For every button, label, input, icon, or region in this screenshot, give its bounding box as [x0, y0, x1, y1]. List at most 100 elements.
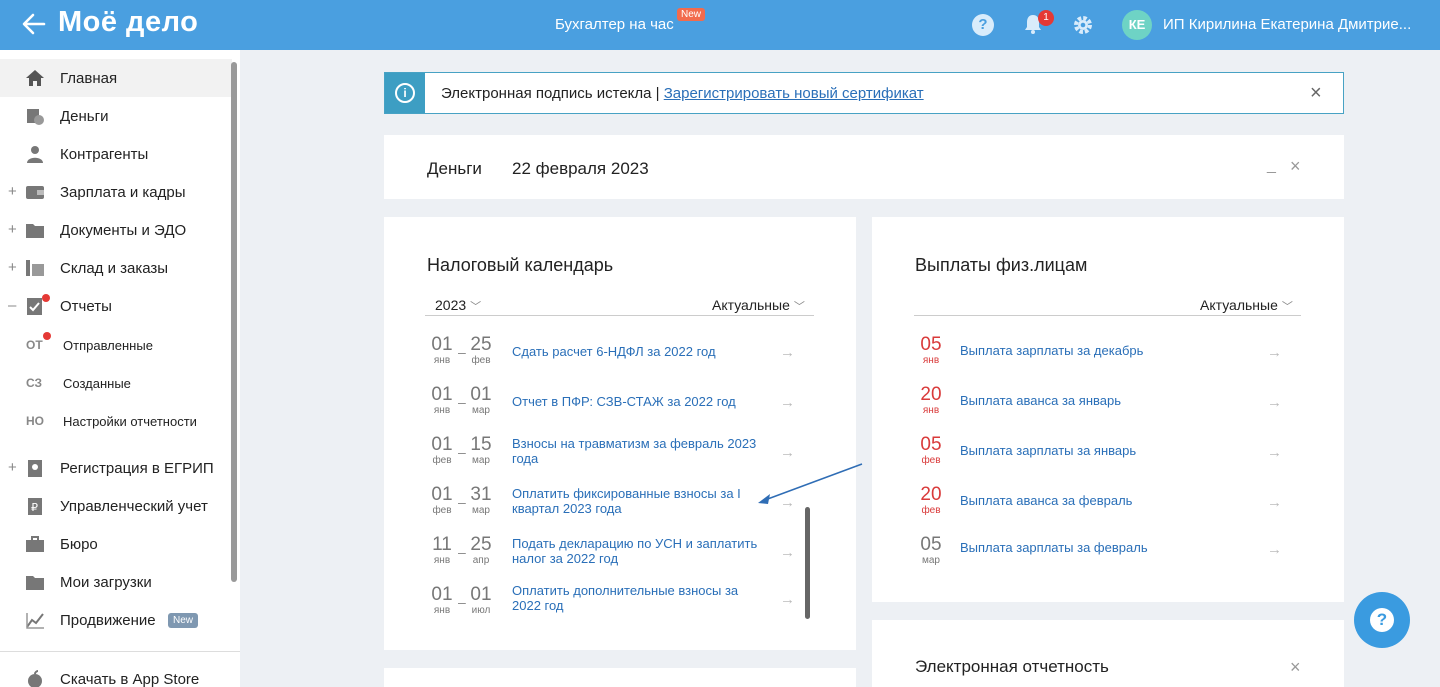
avatar[interactable]: КЕ	[1122, 10, 1152, 40]
tax-task-link[interactable]: Подать декларацию по УСН и заплатить нал…	[512, 536, 762, 566]
sidebar-item-downloads[interactable]: Мои загрузки	[0, 563, 232, 601]
arrow-right-icon[interactable]: →	[780, 444, 795, 461]
expand-icon[interactable]: +	[8, 183, 17, 200]
arrow-right-icon[interactable]: →	[780, 544, 795, 561]
register-certificate-link[interactable]: Зарегистрировать новый сертификат	[664, 85, 924, 102]
tax-calendar-scrollbar[interactable]	[805, 507, 810, 619]
back-arrow-icon[interactable]	[20, 10, 50, 40]
folder-icon	[24, 572, 46, 592]
expand-icon[interactable]: +	[8, 459, 17, 476]
arrow-right-icon[interactable]: →	[780, 344, 795, 361]
signature-expired-alert: i Электронная подпись истекла | Зарегист…	[384, 72, 1344, 114]
app-logo[interactable]: Моё дело	[58, 6, 198, 39]
gear-icon[interactable]	[1071, 13, 1095, 37]
payment-link[interactable]: Выплата зарплаты за декабрь	[960, 343, 1143, 358]
tax-task-link[interactable]: Взносы на травматизм за февраль 2023 год…	[512, 436, 762, 466]
payment-row[interactable]: 05 мар Выплата зарплаты за февраль →	[872, 534, 1342, 584]
arrow-right-icon[interactable]: →	[1267, 494, 1282, 511]
sidebar-item-label: Отчеты	[60, 298, 112, 315]
money-widget: Деньги 22 февраля 2023 _ ×	[384, 135, 1344, 199]
payment-link[interactable]: Выплата аванса за февраль	[960, 493, 1132, 508]
start-day: 01	[431, 434, 453, 455]
tax-row[interactable]: 11 янв – 25 апр Подать декларацию по УСН…	[384, 534, 854, 584]
tax-row[interactable]: 01 янв – 01 мар Отчет в ПФР: СЗВ-СТАЖ за…	[384, 384, 854, 434]
sidebar-item-management[interactable]: ₽ Управленческий учет	[0, 487, 232, 525]
date-range-dash: –	[458, 594, 466, 610]
divider	[0, 651, 240, 652]
arrow-right-icon[interactable]: →	[780, 394, 795, 411]
minimize-icon[interactable]: _	[1267, 157, 1276, 175]
arrow-right-icon[interactable]: →	[1267, 541, 1282, 558]
arrow-right-icon[interactable]: →	[1267, 344, 1282, 361]
payment-row[interactable]: 05 фев Выплата зарплаты за январь →	[872, 434, 1342, 484]
close-icon[interactable]: ×	[1290, 657, 1301, 678]
close-icon[interactable]: ×	[1310, 82, 1322, 105]
payment-link[interactable]: Выплата зарплаты за февраль	[960, 540, 1148, 555]
user-name[interactable]: ИП Кирилина Екатерина Дмитрие...	[1163, 16, 1411, 33]
close-icon[interactable]: ×	[1290, 156, 1301, 177]
tax-task-link[interactable]: Оплатить фиксированные взносы за I кварт…	[512, 486, 762, 516]
sidebar-subitem-report-settings[interactable]: НО Настройки отчетности	[0, 402, 232, 440]
status-filter-select[interactable]: Актуальные ﹀	[1200, 297, 1293, 314]
tax-task-link[interactable]: Сдать расчет 6-НДФЛ за 2022 год	[512, 344, 762, 359]
sidebar-item-documents[interactable]: + Документы и ЭДО	[0, 211, 232, 249]
sidebar-item-warehouse[interactable]: + Склад и заказы	[0, 249, 232, 287]
payment-row[interactable]: 20 фев Выплата аванса за февраль →	[872, 484, 1342, 534]
sidebar-item-bureau[interactable]: Бюро	[0, 525, 232, 563]
briefcase-icon	[24, 534, 46, 554]
payment-row[interactable]: 05 янв Выплата зарплаты за декабрь →	[872, 334, 1342, 384]
date-range-dash: –	[458, 494, 466, 510]
app-store-link[interactable]: Скачать в App Store	[0, 660, 232, 687]
reports-alert-dot	[42, 294, 50, 302]
sidebar-item-money[interactable]: Деньги	[0, 97, 232, 135]
floating-help-button[interactable]: ?	[1354, 592, 1410, 648]
sidebar-item-egrip[interactable]: + Регистрация в ЕГРИП	[0, 449, 232, 487]
tax-row[interactable]: 01 фев – 31 мар Оплатить фиксированные в…	[384, 484, 854, 534]
alert-message: Электронная подпись истекла | Зарегистри…	[441, 85, 924, 102]
warehouse-icon	[24, 258, 46, 278]
subitem-label: Настройки отчетности	[63, 414, 197, 429]
sidebar-subitem-created[interactable]: СЗ Созданные	[0, 364, 232, 402]
next-widget-stub	[384, 668, 856, 687]
sidebar-item-promotion[interactable]: Продвижение New	[0, 601, 232, 639]
sidebar-subitem-sent[interactable]: ОТ Отправленные	[0, 326, 232, 364]
hourly-accountant-link[interactable]: Бухгалтер на час	[555, 16, 674, 33]
money-date[interactable]: 22 февраля 2023	[512, 159, 649, 179]
payment-link[interactable]: Выплата зарплаты за январь	[960, 443, 1136, 458]
tax-row[interactable]: 01 янв – 01 июл Оплатить дополнительные …	[384, 583, 854, 634]
payment-link[interactable]: Выплата аванса за январь	[960, 393, 1121, 408]
collapse-icon[interactable]: –	[8, 297, 16, 314]
e-reporting-title: Электронная отчетность	[915, 657, 1109, 676]
help-icon[interactable]: ?	[972, 14, 994, 36]
sidebar-scrollbar[interactable]	[231, 62, 237, 582]
arrow-right-icon[interactable]: →	[780, 591, 795, 608]
start-month: фев	[432, 505, 452, 516]
arrow-right-icon[interactable]: →	[1267, 444, 1282, 461]
sidebar-item-salary[interactable]: + Зарплата и кадры	[0, 173, 232, 211]
sidebar-item-contractors[interactable]: Контрагенты	[0, 135, 232, 173]
info-icon: i	[395, 83, 415, 103]
start-day: 11	[432, 534, 452, 555]
arrow-right-icon[interactable]: →	[780, 494, 795, 511]
payment-row[interactable]: 20 янв Выплата аванса за январь →	[872, 384, 1342, 434]
sidebar-item-label: Документы и ЭДО	[60, 222, 187, 239]
sidebar-item-home[interactable]: Главная	[0, 59, 232, 97]
start-month: янв	[433, 605, 451, 616]
tax-row[interactable]: 01 фев – 15 мар Взносы на травматизм за …	[384, 434, 854, 484]
payment-month: янв	[922, 355, 940, 366]
start-day: 01	[431, 384, 453, 405]
expand-icon[interactable]: +	[8, 221, 17, 238]
start-month: янв	[433, 555, 451, 566]
expand-icon[interactable]: +	[8, 259, 17, 276]
status-filter-select[interactable]: Актуальные ﹀	[712, 297, 805, 314]
tax-row[interactable]: 01 янв – 25 фев Сдать расчет 6-НДФЛ за 2…	[384, 334, 854, 384]
payment-month: янв	[922, 405, 940, 416]
sidebar-item-label: Регистрация в ЕГРИП	[60, 460, 214, 477]
sidebar-item-reports[interactable]: – Отчеты	[0, 287, 232, 325]
year-select[interactable]: 2023 ﹀	[435, 297, 481, 314]
payment-month: мар	[922, 555, 940, 566]
arrow-right-icon[interactable]: →	[1267, 394, 1282, 411]
money-icon	[24, 106, 46, 126]
tax-task-link[interactable]: Оплатить дополнительные взносы за 2022 г…	[512, 583, 762, 613]
tax-task-link[interactable]: Отчет в ПФР: СЗВ-СТАЖ за 2022 год	[512, 394, 762, 409]
